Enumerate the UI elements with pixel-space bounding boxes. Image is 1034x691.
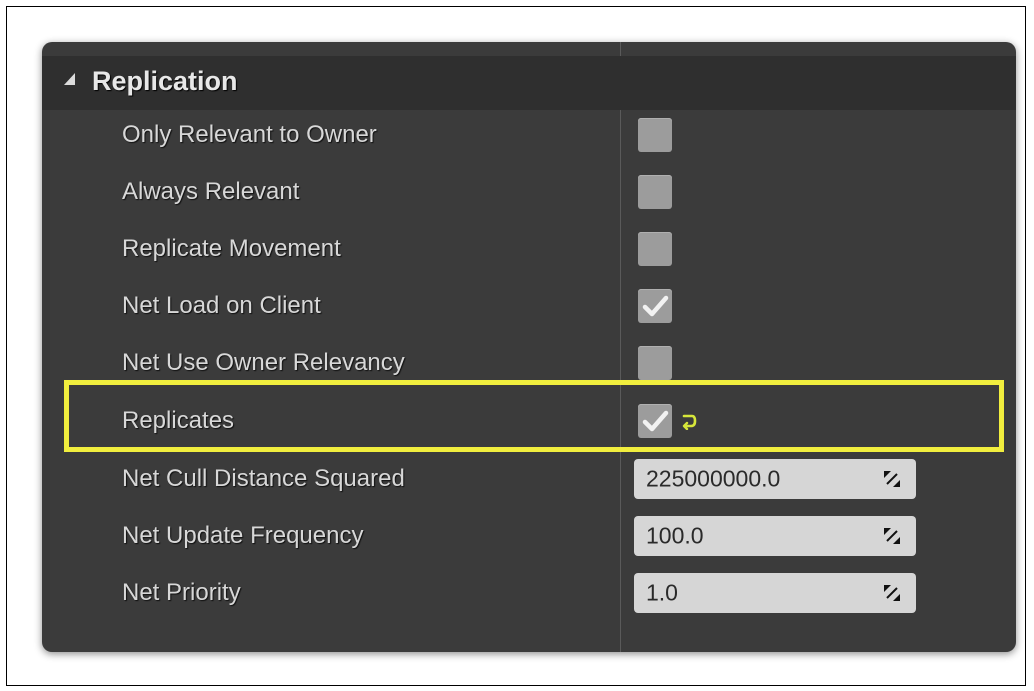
property-label: Net Cull Distance Squared: [122, 464, 405, 492]
property-label: Always Relevant: [122, 177, 300, 205]
only-relevant-to-owner-checkbox[interactable]: [638, 117, 672, 152]
property-label: Net Priority: [122, 578, 241, 606]
drag-spin-arrows-icon[interactable]: [882, 526, 902, 546]
net-priority-field[interactable]: 1.0: [634, 572, 916, 613]
drag-spin-arrows-icon[interactable]: [882, 469, 902, 489]
checkmark-icon: [642, 295, 669, 316]
category-title: Replication: [92, 66, 238, 96]
property-row: Net Update Frequency 100.0: [42, 507, 1016, 564]
property-label: Only Relevant to Owner: [122, 120, 377, 148]
net-update-frequency-field[interactable]: 100.0: [634, 515, 916, 556]
field-value: 1.0: [646, 579, 678, 605]
property-row: Always Relevant: [42, 163, 1016, 220]
property-row: Net Priority 1.0: [42, 564, 1016, 621]
property-label: Net Load on Client: [122, 291, 321, 319]
reset-to-default-icon[interactable]: [680, 412, 698, 430]
always-relevant-checkbox[interactable]: [638, 174, 672, 209]
field-value: 100.0: [646, 522, 704, 548]
property-label: Replicates: [122, 406, 235, 434]
field-value: 225000000.0: [646, 465, 781, 491]
category-header-replication[interactable]: Replication: [42, 56, 1016, 110]
drag-spin-arrows-icon[interactable]: [882, 583, 902, 603]
property-row: Net Cull Distance Squared 225000000.0: [42, 450, 1016, 507]
property-row: Replicates: [42, 392, 1016, 449]
property-row: Replicate Movement: [42, 220, 1016, 277]
details-panel: Replication Only Relevant to Owner Alway…: [42, 42, 1016, 652]
property-label: Replicate Movement: [122, 234, 341, 262]
replicates-checkbox[interactable]: [638, 403, 672, 438]
property-row: Net Load on Client: [42, 277, 1016, 334]
property-label: Net Update Frequency: [122, 521, 364, 549]
net-load-on-client-checkbox[interactable]: [638, 288, 672, 323]
net-cull-distance-squared-field[interactable]: 225000000.0: [634, 458, 916, 499]
property-row: Only Relevant to Owner: [42, 106, 1016, 163]
collapse-arrow-icon[interactable]: [64, 73, 75, 85]
property-row: Net Use Owner Relevancy: [42, 334, 1016, 391]
net-use-owner-relevancy-checkbox[interactable]: [638, 345, 672, 380]
checkmark-icon: [642, 410, 669, 431]
property-label: Net Use Owner Relevancy: [122, 348, 405, 376]
replicate-movement-checkbox[interactable]: [638, 231, 672, 266]
